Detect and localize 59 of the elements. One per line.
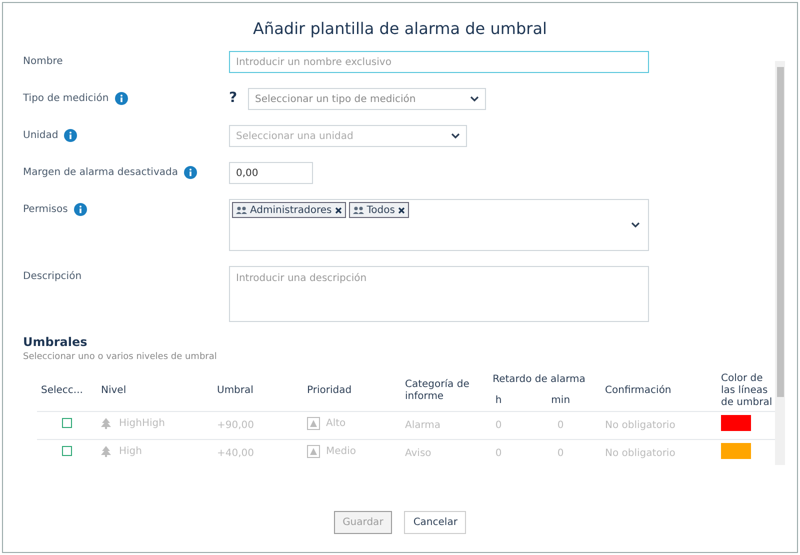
column-header: h — [477, 389, 520, 411]
chevron-icon — [470, 96, 479, 102]
field-label: Nombre — [23, 55, 63, 69]
threshold-value: +40,00 — [213, 439, 303, 466]
column-header: min — [520, 389, 601, 411]
dialog-button[interactable]: Cancelar — [404, 511, 466, 534]
priority-name: Medio — [326, 444, 356, 458]
chevron-icon — [631, 222, 640, 228]
column-header: Retardo de alarma — [492, 372, 586, 387]
column-header: Nivel — [97, 370, 213, 411]
select-field: Seleccionar una unidad — [229, 125, 467, 147]
threshold-value: +90,00 — [213, 411, 303, 439]
confirmation-value: No obligatorio — [601, 439, 717, 466]
minutes-value: 0 — [520, 411, 601, 439]
column-header: Categoría de informe — [401, 370, 477, 411]
field-label: Descripción — [23, 270, 82, 284]
field-label: Permisos — [23, 203, 68, 217]
tag[interactable]: Administradores — [232, 202, 346, 218]
hours-value: 0 — [477, 411, 520, 439]
close-icon — [334, 206, 342, 214]
tags-field[interactable]: Administradores Todos — [229, 199, 649, 251]
description-field[interactable]: Introducir una descripción — [229, 266, 649, 322]
field-label: Unidad — [23, 129, 58, 143]
chevron-icon — [451, 133, 460, 139]
priority-icon — [307, 444, 320, 458]
name-input[interactable]: Introducir un nombre exclusivo — [229, 51, 649, 73]
column-header: Color de las líneas de umbral — [717, 370, 775, 411]
minutes-value: 0 — [520, 439, 601, 466]
checkbox[interactable] — [62, 446, 72, 456]
category-value: Alarma — [401, 411, 477, 439]
group-icon — [352, 206, 364, 214]
scrollbar[interactable] — [775, 61, 785, 465]
group-icon — [236, 206, 247, 214]
tree-icon — [101, 418, 111, 429]
level-name: High — [119, 445, 142, 459]
help-mark: ? — [229, 89, 238, 108]
tag[interactable]: Todos — [348, 202, 409, 218]
priority-icon — [307, 416, 320, 430]
tree-icon — [101, 446, 111, 457]
column-header: Prioridad — [303, 370, 401, 411]
section-title: Umbrales — [23, 334, 88, 351]
priority-name: Alto — [326, 416, 346, 430]
section-hint: Seleccionar uno o varios niveles de umbral — [23, 351, 218, 364]
column-header: Selecc... — [37, 370, 97, 411]
category-value: Aviso — [401, 439, 477, 466]
field-label: Margen de alarma desactivada — [23, 166, 178, 180]
select-field[interactable]: Seleccionar un tipo de medición — [248, 88, 486, 110]
close-icon — [398, 206, 405, 214]
checkbox[interactable] — [62, 418, 72, 428]
column-header: Umbral — [213, 370, 303, 411]
confirmation-value: No obligatorio — [601, 411, 717, 439]
color-swatch[interactable] — [721, 442, 751, 458]
dialog-title: Añadir plantilla de alarma de umbral — [252, 18, 548, 40]
color-swatch[interactable] — [721, 414, 751, 430]
field-label: Tipo de medición — [23, 92, 109, 106]
number-input[interactable]: 0,00 — [229, 162, 313, 184]
hours-value: 0 — [477, 439, 520, 466]
column-header: Confirmación — [601, 370, 717, 411]
level-name: HighHigh — [119, 417, 165, 431]
